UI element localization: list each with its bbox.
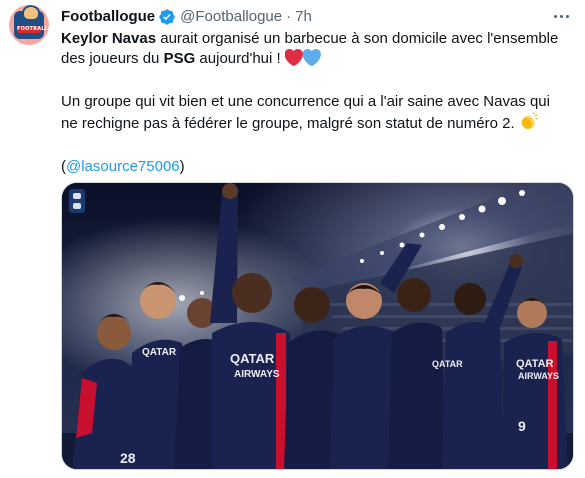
author-display-name[interactable]: Footballogue [61,8,155,26]
jersey-number-1: 28 [120,450,136,466]
tweet-line-2: des joueurs du PSG aujourd'hui ! [61,49,576,72]
tweet-line-2-rest: aujourd'hui ! [195,50,285,67]
more-options-icon[interactable] [549,6,573,26]
avatar-banner: FOOTBALLOGUE [17,26,49,33]
tweet-line-1-text: aurait organisé un barbecue à son domici… [156,30,559,47]
tweet-photo[interactable]: QATAR QATAR AIRWAYS QATAR QATAR AIRWAYS … [61,182,574,470]
clapping-hands-icon [519,112,539,137]
psg-team-photo: QATAR QATAR AIRWAYS QATAR QATAR AIRWAYS … [62,183,573,469]
red-heart-icon [284,49,303,72]
tweet-line-1: Keylor Navas aurait organisé un barbecue… [61,29,576,49]
jersey-sponsor-1: QATAR [142,347,177,358]
blue-heart-icon [302,49,321,72]
jersey-sponsor-2b: AIRWAYS [234,369,280,380]
jersey-sponsor-4: QATAR [516,358,554,370]
source-line: (@lasource75006) [61,157,576,177]
header-separator: · [286,8,292,25]
author-avatar[interactable]: FOOTBALLOGUE [9,5,49,45]
verified-badge-icon[interactable] [158,8,176,26]
tweet-text: Keylor Navas aurait organisé un barbecue… [61,29,576,177]
jersey-sponsor-2: QATAR [230,351,275,366]
tweet-line-4-text: ne rechigne pas à fédérer le groupe, mal… [61,115,519,132]
jersey-sponsor-4b: AIRWAYS [518,371,559,381]
tweet-line-4: ne rechigne pas à fédérer le groupe, mal… [61,112,576,137]
tweet-header: Footballogue @Footballogue · 7h [61,8,312,26]
tweet-timestamp[interactable]: 7h [295,8,312,26]
source-close-paren: ) [179,158,185,175]
author-handle[interactable]: @Footballogue [180,8,282,26]
mention-lasource75006[interactable]: @lasource75006 [66,158,180,175]
mention-keylor-navas: Keylor Navas [61,30,157,47]
tweet: FOOTBALLOGUE Footballogue @Footballogue … [0,0,585,478]
tweet-line-2-start: des joueurs du [61,50,164,67]
psg-crest-icon [69,189,85,213]
tweet-line-3: Un groupe qui vit bien et une concurrenc… [61,93,550,110]
footballogue-logo-icon: FOOTBALLOGUE [14,5,49,39]
psg-text: PSG [163,50,196,67]
jersey-sponsor-3: QATAR [432,359,463,369]
jersey-number-2: 9 [518,418,526,434]
